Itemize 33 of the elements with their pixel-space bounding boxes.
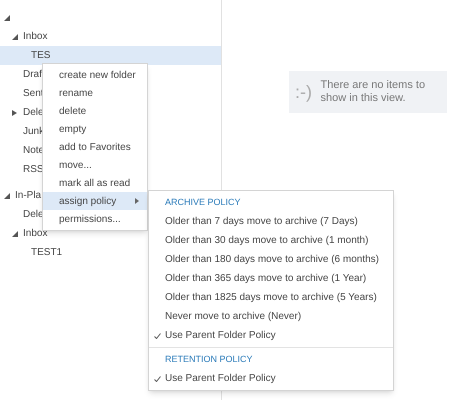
menu-item[interactable]: rename: [43, 84, 147, 102]
menu-item[interactable]: assign policy: [43, 192, 147, 210]
policy-option[interactable]: Older than 180 days move to archive (6 months): [149, 250, 383, 269]
expanded-triangle-icon[interactable]: [12, 34, 18, 40]
folder-name[interactable]: TEST1: [31, 245, 62, 260]
policy-option[interactable]: Older than 30 days move to archive (1 month): [149, 231, 372, 250]
folder-name[interactable]: Inbox: [23, 226, 48, 241]
empty-view-message: There are no items to show in this view.: [320, 79, 426, 105]
policy-option[interactable]: Older than 365 days move to archive (1 Year): [149, 269, 370, 288]
menu-item[interactable]: empty: [43, 120, 147, 138]
folder-name[interactable]: In-Pla: [15, 188, 42, 203]
menu-item[interactable]: mark all as read: [43, 174, 147, 192]
expanded-triangle-icon[interactable]: [12, 230, 18, 236]
expanded-triangle-icon[interactable]: [4, 192, 10, 198]
collapsed-triangle-icon[interactable]: [12, 110, 18, 116]
menu-item[interactable]: permissions...: [43, 210, 147, 228]
folder-name[interactable]: TES: [31, 48, 50, 63]
policy-option[interactable]: Use Parent Folder Policy: [149, 326, 280, 345]
policy-option[interactable]: Older than 7 days move to archive (7 Days): [149, 212, 362, 231]
menu-item[interactable]: move...: [43, 156, 147, 174]
selected-folder-row[interactable]: TES: [0, 46, 221, 65]
policy-option[interactable]: Never move to archive (Never): [149, 307, 306, 326]
folder-name[interactable]: Inbox: [23, 29, 48, 44]
policy-option[interactable]: Older than 1825 days move to archive (5 Years): [149, 288, 381, 307]
folder-name[interactable]: Draf: [23, 67, 42, 82]
section-heading: RETENTION POLICY: [165, 352, 253, 366]
menu-item[interactable]: delete: [43, 102, 147, 120]
expanded-triangle-icon[interactable]: [4, 14, 10, 20]
menu-item[interactable]: create new folder: [43, 66, 147, 84]
emoticon: :-): [295, 80, 313, 104]
policy-option[interactable]: Use Parent Folder Policy: [149, 369, 280, 388]
menu-item[interactable]: add to Favorites: [43, 138, 147, 156]
section-heading: ARCHIVE POLICY: [165, 196, 241, 209]
